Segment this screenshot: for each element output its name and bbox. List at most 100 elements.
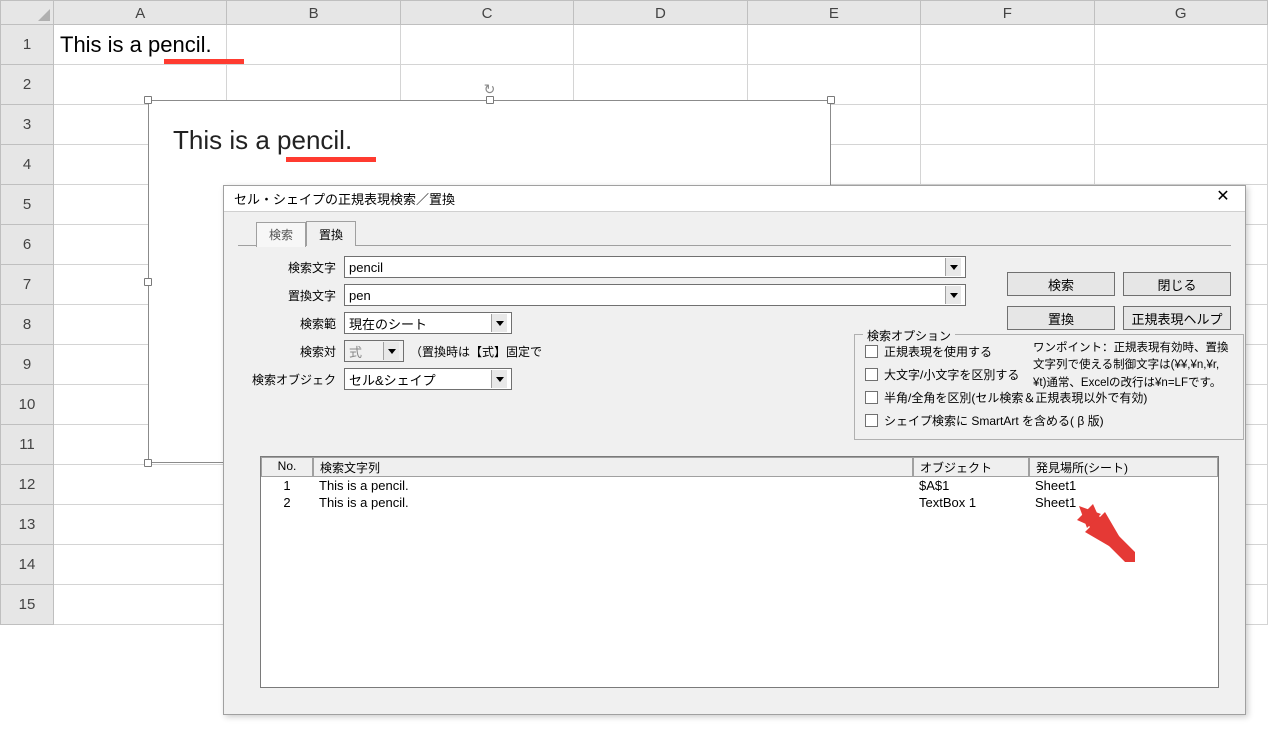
- row-header-3[interactable]: 3: [0, 105, 54, 145]
- tab-search[interactable]: 検索: [256, 222, 306, 247]
- row-header-7[interactable]: 7: [0, 265, 54, 305]
- row-header-10[interactable]: 10: [0, 385, 54, 425]
- search-object-label: 検索オブジェク: [244, 371, 344, 388]
- close-button[interactable]: 閉じる: [1123, 272, 1231, 296]
- row-header-8[interactable]: 8: [0, 305, 54, 345]
- row-header-6[interactable]: 6: [0, 225, 54, 265]
- row-header-13[interactable]: 13: [0, 505, 54, 545]
- dropdown-icon[interactable]: [945, 286, 961, 304]
- cell[interactable]: [1095, 65, 1268, 105]
- options-group-title: 検索オプション: [863, 327, 955, 344]
- cell[interactable]: [54, 505, 227, 545]
- result-text: This is a pencil.: [313, 478, 913, 493]
- dropdown-icon[interactable]: [945, 258, 961, 276]
- col-header-e[interactable]: E: [748, 0, 921, 25]
- cell[interactable]: [1095, 105, 1268, 145]
- row-header-9[interactable]: 9: [0, 345, 54, 385]
- cell[interactable]: [921, 25, 1094, 65]
- search-target-note: （置換時は【式】固定で: [410, 343, 542, 360]
- row-header-14[interactable]: 14: [0, 545, 54, 585]
- spellcheck-underline: [286, 157, 376, 162]
- result-text: This is a pencil.: [313, 495, 913, 510]
- cell[interactable]: [54, 585, 227, 625]
- row-header-2[interactable]: 2: [0, 65, 54, 105]
- dropdown-icon: [383, 342, 399, 360]
- cell[interactable]: [748, 25, 921, 65]
- close-icon[interactable]: ✕: [1205, 188, 1241, 210]
- results-header-object[interactable]: オブジェクト: [913, 457, 1029, 477]
- row-header-4[interactable]: 4: [0, 145, 54, 185]
- search-range-combo[interactable]: 現在のシート: [344, 312, 512, 334]
- replace-string-value: pen: [349, 288, 371, 303]
- dropdown-icon[interactable]: [491, 314, 507, 332]
- search-button[interactable]: 検索: [1007, 272, 1115, 296]
- results-header-location[interactable]: 発見場所(シート): [1029, 457, 1218, 477]
- col-header-a[interactable]: A: [54, 0, 227, 25]
- replace-string-label: 置換文字: [244, 287, 344, 304]
- dropdown-icon[interactable]: [491, 370, 507, 388]
- search-string-value: pencil: [349, 260, 383, 275]
- row-header-11[interactable]: 11: [0, 425, 54, 465]
- cell[interactable]: [54, 545, 227, 585]
- results-header-no[interactable]: No.: [261, 457, 313, 477]
- results-header-row: No. 検索文字列 オブジェクト 発見場所(シート): [261, 457, 1218, 477]
- cell[interactable]: [1095, 25, 1268, 65]
- tab-replace[interactable]: 置換: [306, 221, 356, 246]
- cell[interactable]: [921, 65, 1094, 105]
- row-header-12[interactable]: 12: [0, 465, 54, 505]
- cell[interactable]: [574, 25, 747, 65]
- col-header-c[interactable]: C: [401, 0, 574, 25]
- checkbox-include-smartart[interactable]: [865, 414, 878, 427]
- search-string-input[interactable]: pencil: [344, 256, 966, 278]
- replace-string-input[interactable]: pen: [344, 284, 966, 306]
- case-sensitive-label: 大文字/小文字を区別する: [884, 366, 1019, 383]
- select-all-corner[interactable]: [0, 0, 54, 25]
- resize-handle[interactable]: [144, 459, 152, 467]
- cell[interactable]: [1095, 145, 1268, 185]
- col-header-d[interactable]: D: [574, 0, 747, 25]
- cell[interactable]: [54, 465, 227, 505]
- result-object: $A$1: [913, 478, 1029, 493]
- row-header-15[interactable]: 15: [0, 585, 54, 625]
- col-header-f[interactable]: F: [921, 0, 1094, 25]
- resize-handle[interactable]: [144, 278, 152, 286]
- results-row[interactable]: 1 This is a pencil. $A$1 Sheet1: [261, 477, 1218, 494]
- include-smartart-label: シェイプ検索に SmartArt を含める( β 版): [884, 412, 1104, 429]
- cell[interactable]: [54, 65, 227, 105]
- checkbox-half-full[interactable]: [865, 391, 878, 404]
- cell[interactable]: [921, 105, 1094, 145]
- rotate-handle-icon[interactable]: ↻: [482, 81, 498, 97]
- dialog-title: セル・シェイプの正規表現検索／置換: [234, 189, 455, 208]
- hint-text: ワンポイント：正規表現有効時、置換文字列で使える制御文字は(¥¥,¥n,¥r,¥…: [1033, 340, 1231, 392]
- spellcheck-underline: [164, 59, 244, 64]
- checkbox-case-sensitive[interactable]: [865, 368, 878, 381]
- checkbox-use-regex[interactable]: [865, 345, 878, 358]
- result-no: 1: [261, 478, 313, 493]
- results-header-text[interactable]: 検索文字列: [313, 457, 913, 477]
- col-header-g[interactable]: G: [1095, 0, 1268, 25]
- textbox-text[interactable]: This is a pencil.: [149, 101, 830, 180]
- row-header-1[interactable]: 1: [0, 25, 54, 65]
- result-object: TextBox 1: [913, 495, 1029, 510]
- search-target-value: 式: [349, 342, 362, 361]
- cell[interactable]: [921, 145, 1094, 185]
- cell[interactable]: [227, 25, 400, 65]
- cell[interactable]: [401, 25, 574, 65]
- search-object-value: セル&シェイプ: [349, 370, 436, 389]
- cell[interactable]: [227, 65, 400, 105]
- cell-a1[interactable]: This is a pencil.: [54, 25, 227, 65]
- search-target-combo: 式: [344, 340, 404, 362]
- cell-a1-text: This is a pencil.: [60, 32, 212, 57]
- result-no: 2: [261, 495, 313, 510]
- row-header-5[interactable]: 5: [0, 185, 54, 225]
- result-location: Sheet1: [1029, 478, 1218, 493]
- replace-button[interactable]: 置換: [1007, 306, 1115, 330]
- search-object-combo[interactable]: セル&シェイプ: [344, 368, 512, 390]
- search-target-label: 検索対: [244, 343, 344, 360]
- search-range-label: 検索範: [244, 315, 344, 332]
- dialog-titlebar[interactable]: セル・シェイプの正規表現検索／置換 ✕: [224, 186, 1245, 212]
- cell[interactable]: [574, 65, 747, 105]
- regex-help-button[interactable]: 正規表現ヘルプ: [1123, 306, 1231, 330]
- col-header-b[interactable]: B: [227, 0, 400, 25]
- results-list[interactable]: No. 検索文字列 オブジェクト 発見場所(シート) 1 This is a p…: [260, 456, 1219, 688]
